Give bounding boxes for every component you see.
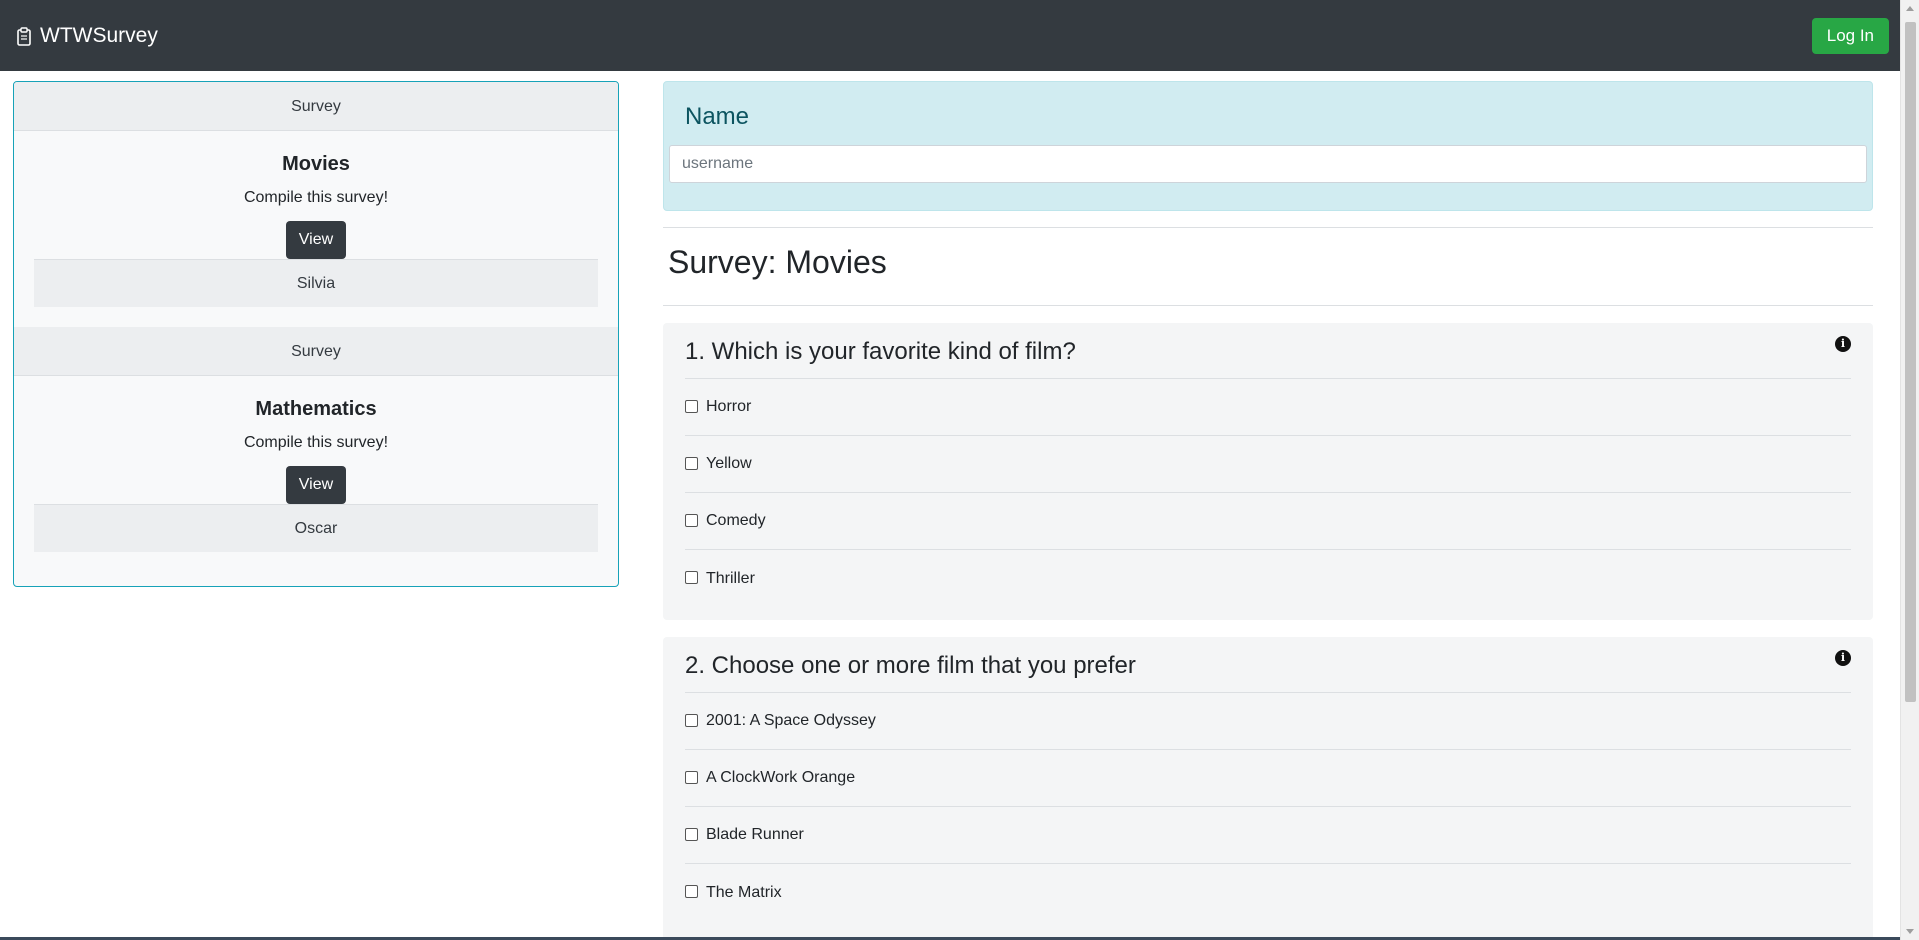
card-text: Compile this survey! [243, 434, 389, 451]
checkbox[interactable] [685, 513, 698, 527]
question-text: 1. Which is your favorite kind of film? [685, 338, 1076, 365]
option-label: Blade Runner [706, 826, 804, 843]
scroll-down-icon[interactable] [1906, 929, 1914, 934]
checkbox[interactable] [685, 713, 698, 727]
option-row[interactable]: 2001: A Space Odyssey [685, 693, 1851, 750]
option-row[interactable]: Comedy [685, 493, 1851, 550]
option-row[interactable]: Blade Runner [685, 807, 1851, 864]
username-input[interactable] [669, 145, 1867, 183]
option-row[interactable]: Yellow [685, 436, 1851, 493]
info-icon[interactable]: i [1835, 336, 1851, 352]
brand[interactable]: WTWSurvey [16, 24, 158, 48]
scrollbar-thumb[interactable] [1905, 22, 1916, 702]
question-text: 2. Choose one or more film that you pref… [685, 652, 1136, 679]
option-row[interactable]: The Matrix [685, 864, 1851, 921]
checkbox[interactable] [685, 885, 698, 898]
checkbox[interactable] [685, 827, 698, 841]
option-label: Comedy [706, 512, 766, 529]
question-header: 1. Which is your favorite kind of film? … [685, 323, 1851, 379]
survey-card-mathematics: Survey Mathematics Compile this survey! … [14, 327, 618, 552]
question-header: 2. Choose one or more film that you pref… [685, 637, 1851, 693]
brand-name: WTWSurvey [40, 23, 158, 47]
option-label: A ClockWork Orange [706, 769, 856, 786]
checkbox[interactable] [685, 770, 698, 784]
view-button[interactable]: View [285, 466, 347, 504]
question-card: 2. Choose one or more film that you pref… [663, 637, 1873, 940]
view-button[interactable]: View [285, 221, 347, 259]
checkbox[interactable] [685, 571, 698, 584]
login-button[interactable]: Log In [1811, 18, 1889, 54]
divider [663, 305, 1873, 306]
card-title: Mathematics [255, 398, 377, 420]
scroll-up-icon[interactable] [1906, 6, 1914, 11]
name-label: Name [685, 103, 750, 130]
card-header: Survey [14, 82, 618, 131]
option-row[interactable]: Thriller [685, 550, 1851, 607]
question-card: 1. Which is your favorite kind of film? … [663, 323, 1873, 620]
option-label: 2001: A Space Odyssey [706, 712, 876, 729]
name-section: Name [663, 81, 1873, 211]
option-row[interactable]: Horror [685, 379, 1851, 436]
option-label: Yellow [706, 455, 752, 472]
card-author: Silvia [34, 259, 598, 307]
vertical-scrollbar[interactable] [1900, 0, 1919, 940]
option-label: Thriller [706, 569, 755, 587]
survey-card-movies: Survey Movies Compile this survey! View … [14, 82, 618, 307]
clipboard-icon [17, 26, 31, 46]
option-row[interactable]: A ClockWork Orange [685, 750, 1851, 807]
survey-title: Survey: Movies [668, 244, 887, 280]
option-label: Horror [706, 398, 752, 415]
option-label: The Matrix [706, 883, 782, 901]
info-icon[interactable]: i [1835, 650, 1851, 666]
checkbox[interactable] [685, 399, 698, 413]
top-navbar: WTWSurvey Log In [0, 0, 1900, 71]
card-header: Survey [14, 327, 618, 376]
divider [663, 227, 1873, 228]
card-title: Movies [282, 153, 350, 175]
survey-list: Survey Movies Compile this survey! View … [13, 81, 619, 587]
card-author: Oscar [34, 504, 598, 552]
card-text: Compile this survey! [243, 189, 389, 206]
checkbox[interactable] [685, 456, 698, 470]
